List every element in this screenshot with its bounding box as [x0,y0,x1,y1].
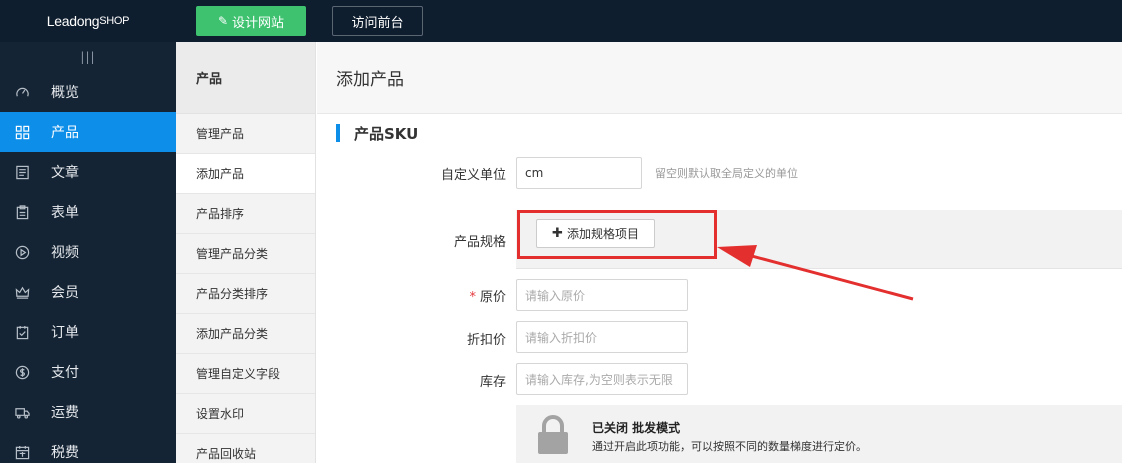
sidebar-item-orders[interactable]: 订单 [0,312,176,352]
sidebar-item-overview[interactable]: 概览 [0,72,176,112]
sidebar-item-articles[interactable]: 文章 [0,152,176,192]
subnav-item-add-product[interactable]: 添加产品 [176,154,315,194]
dollar-icon [14,364,30,380]
spec-label: 产品规格 [453,235,506,250]
discount-label: 折扣价 [466,333,506,348]
sidebar-item-label: 文章 [51,165,79,181]
sidebar-item-label: 表单 [51,205,79,221]
sidebar-item-tax[interactable]: 税费 [0,432,176,463]
subnav-item-product-sort[interactable]: 产品排序 [176,194,315,234]
highlight-box [517,210,717,259]
price-label-text: 原价 [479,290,506,305]
top-bar: Leadong SHOP ✎ 设计网站 访问前台 [0,0,1122,42]
subnav-item-recycle-bin[interactable]: 产品回收站 [176,434,315,463]
sidebar-item-label: 税费 [51,445,79,461]
logo-shop: SHOP [99,15,130,27]
wholesale-desc: 通过开启此项功能，可以按照不同的数量梯度进行定价。 [592,440,867,453]
clipboard-icon [14,204,30,220]
logo[interactable]: Leadong SHOP [0,0,176,42]
subnav-item-category-sort[interactable]: 产品分类排序 [176,274,315,314]
sidebar-item-forms[interactable]: 表单 [0,192,176,232]
sidebar-item-label: 概览 [51,85,79,101]
price-label: * 原价 [346,286,506,305]
wholesale-panel: 已关闭 批发模式 通过开启此项功能，可以按照不同的数量梯度进行定价。 [516,405,1122,463]
section-accent-bar [336,124,340,142]
sidebar-item-label: 支付 [51,365,79,381]
page-title: 添加产品 [317,42,1122,114]
collapse-menu-icon[interactable]: ||| [0,42,176,72]
sidebar-item-videos[interactable]: 视频 [0,232,176,272]
subnav-item-add-category[interactable]: 添加产品分类 [176,314,315,354]
subnav-item-manage-categories[interactable]: 管理产品分类 [176,234,315,274]
subnav-item-custom-fields[interactable]: 管理自定义字段 [176,354,315,394]
article-icon [14,164,30,180]
wholesale-title: 已关闭 批发模式 [592,421,681,435]
pencil-icon: ✎ [217,14,229,28]
sidebar-item-products[interactable]: 产品 [0,112,176,152]
grid-icon [14,124,30,140]
section-title-label: 产品SKU [354,124,419,143]
design-website-label: 设计网站 [232,15,285,31]
visit-frontend-button[interactable]: 访问前台 [332,6,423,36]
truck-icon [14,404,30,420]
logo-main: Leadong [46,13,100,29]
section-title: 产品SKU [336,122,418,144]
subnav-item-watermark[interactable]: 设置水印 [176,394,315,434]
subnav-item-manage-products[interactable]: 管理产品 [176,114,315,154]
sidebar: ||| 概览 产品 文章 表单 视频 会员 订单 支付 运费 税费 [0,42,176,463]
sidebar-item-label: 运费 [51,405,79,421]
play-icon [14,244,30,260]
tax-icon [14,444,30,460]
price-input[interactable]: 请输入原价 [516,279,688,311]
sidebar-item-members[interactable]: 会员 [0,272,176,312]
sidebar-item-shipping[interactable]: 运费 [0,392,176,432]
sidebar-item-label: 会员 [51,285,79,301]
sidebar-item-payment[interactable]: 支付 [0,352,176,392]
stock-input[interactable]: 请输入库存,为空则表示无限 [516,363,688,395]
subnav-title: 产品 [176,42,315,114]
unit-input[interactable]: cm [516,157,642,189]
design-website-button[interactable]: ✎ 设计网站 [196,6,306,36]
unit-label: 自定义单位 [440,168,506,183]
main-content: 添加产品 产品SKU 自定义单位 cm 留空则默认取全局定义的单位 产品规格 ✚… [317,42,1122,463]
unit-hint: 留空则默认取全局定义的单位 [655,167,798,180]
gauge-icon [14,84,30,100]
discount-input[interactable]: 请输入折扣价 [516,321,688,353]
sidebar-item-label: 订单 [51,325,79,341]
sidebar-item-label: 产品 [51,125,79,141]
sidebar-item-label: 视频 [51,245,79,261]
lock-icon[interactable] [536,415,570,455]
order-icon [14,324,30,340]
crown-icon [14,284,30,300]
stock-label: 库存 [479,375,506,390]
required-mark: * [469,290,476,305]
product-subnav: 产品 管理产品 添加产品 产品排序 管理产品分类 产品分类排序 添加产品分类 管… [176,42,316,463]
